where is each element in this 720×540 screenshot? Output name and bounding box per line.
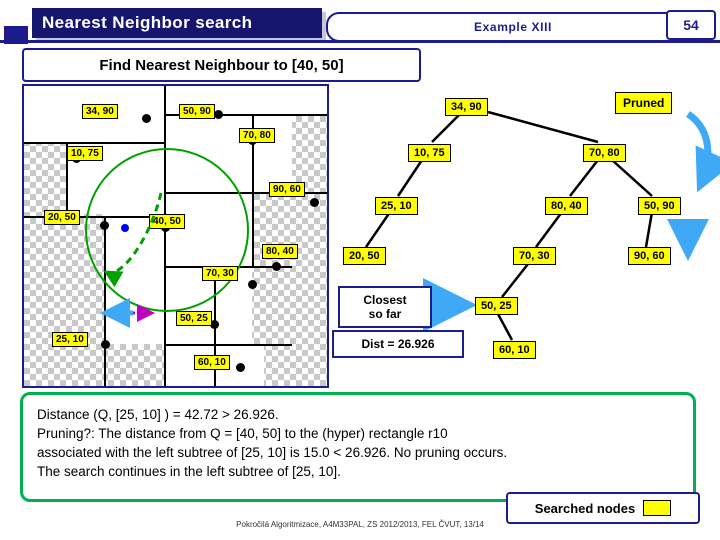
- pruned-label: Pruned: [615, 92, 673, 114]
- tree-node: 70, 80: [583, 144, 626, 162]
- tree-node: 70, 30: [513, 247, 556, 265]
- partition-line-v3: [252, 114, 254, 192]
- example-label: Example XIII: [474, 20, 552, 34]
- point-70-30: [248, 280, 257, 289]
- tree-node: 10, 75: [408, 144, 451, 162]
- map-label: 25, 10: [52, 332, 88, 347]
- point-80-40: [272, 262, 281, 271]
- map-label: 70, 30: [202, 266, 238, 281]
- page-title: Nearest Neighbor search: [32, 8, 322, 38]
- distance-box: Dist = 26.926: [332, 330, 464, 358]
- spatial-partition-map: 34, 90 50, 90 70, 80 10, 75 90, 60 20, 5…: [22, 84, 329, 388]
- legend-label: Searched nodes: [534, 500, 636, 516]
- explanation-line-4: The search continues in the left subtree…: [37, 464, 341, 479]
- map-label: 50, 90: [179, 104, 215, 119]
- tree-node: 80, 40: [545, 197, 588, 215]
- find-nearest-title: Find Nearest Neighbour to [40, 50]: [99, 56, 344, 74]
- closest-line-1: Closest: [363, 293, 407, 307]
- tree-node: 20, 50: [343, 247, 386, 265]
- map-label: 10, 75: [67, 146, 103, 161]
- tree-node: 50, 90: [638, 197, 681, 215]
- slide-number: 54: [666, 10, 716, 40]
- legend-searched-nodes: Searched nodes: [506, 492, 700, 524]
- map-label: 34, 90: [82, 104, 118, 119]
- slide-root: Nearest Neighbor search Example XIII 54 …: [0, 0, 720, 540]
- closest-line-2: so far: [368, 307, 402, 321]
- explanation-panel: Distance (Q, [25, 10] ) = 42.72 > 26.926…: [20, 392, 696, 502]
- tree-node: 34, 90: [445, 98, 488, 116]
- point-90-60: [310, 198, 319, 207]
- partition-line-v4: [252, 192, 254, 266]
- example-banner: Example XIII: [326, 12, 700, 42]
- left-tab-marker: [4, 26, 28, 44]
- map-label: 20, 50: [44, 210, 80, 225]
- point-60-10: [236, 363, 245, 372]
- explanation-line-1: Distance (Q, [25, 10] ) = 42.72 > 26.926…: [37, 407, 279, 422]
- find-nearest-title-box: Find Nearest Neighbour to [40, 50]: [22, 48, 421, 82]
- partition-line-h6: [164, 344, 292, 346]
- map-label: 50, 25: [176, 311, 212, 326]
- point-25-10: [101, 340, 110, 349]
- map-label: 40, 50: [149, 214, 185, 229]
- point-34-90: [142, 114, 151, 123]
- search-radius-circle: [85, 148, 249, 312]
- explanation-line-3: associated with the left subtree of [25,…: [37, 445, 508, 460]
- query-point: [121, 224, 129, 232]
- map-label: 70, 80: [239, 128, 275, 143]
- tree-node: 50, 25: [475, 297, 518, 315]
- closest-so-far-box: Closest so far: [338, 286, 432, 328]
- tree-node: 25, 10: [375, 197, 418, 215]
- tree-node: 90, 60: [628, 247, 671, 265]
- point-50-90: [214, 110, 223, 119]
- map-label: 90, 60: [269, 182, 305, 197]
- tree-node: 60, 10: [493, 341, 536, 359]
- explanation-line-2: Pruning?: The distance from Q = [40, 50]…: [37, 426, 448, 441]
- legend-color-swatch: [643, 500, 672, 516]
- map-label: 60, 10: [194, 355, 230, 370]
- map-label: 80, 40: [262, 244, 298, 259]
- partition-line-h1: [24, 142, 164, 144]
